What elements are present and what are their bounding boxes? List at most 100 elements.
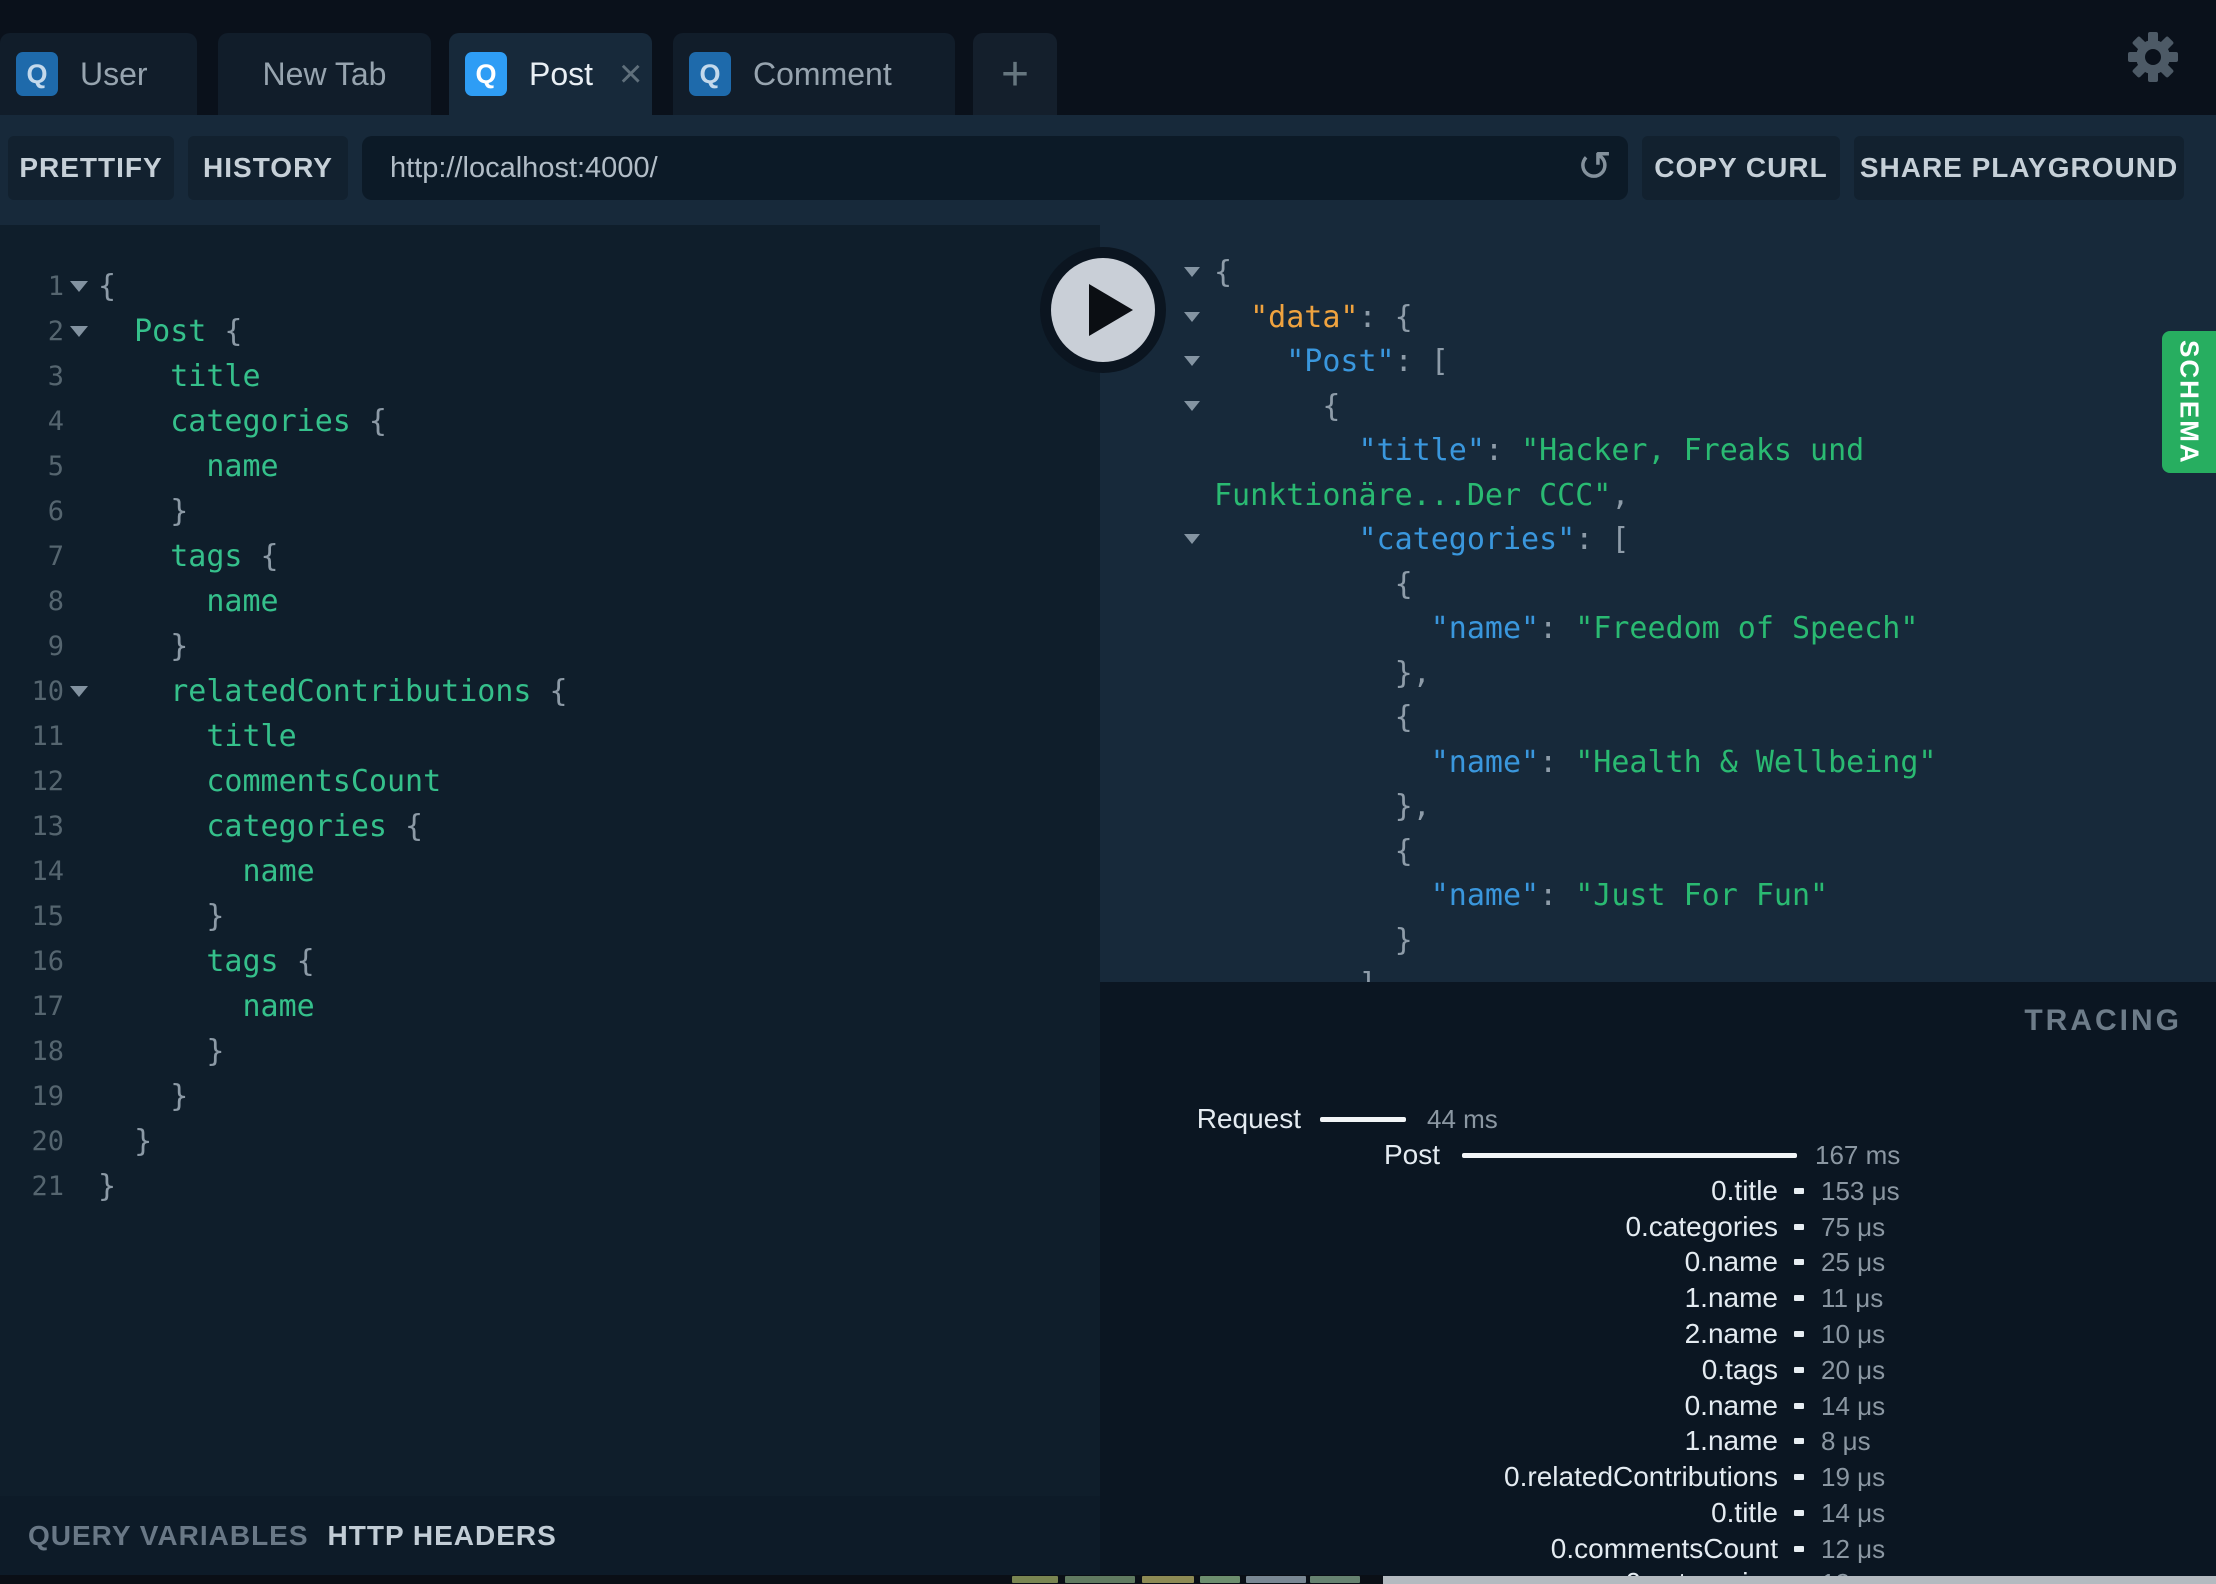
- execute-button[interactable]: [1039, 246, 1167, 374]
- trace-duration-dash: [1794, 1224, 1804, 1230]
- trace-duration-dash: [1794, 1259, 1804, 1265]
- editor-line: 12 commentsCount: [0, 759, 1100, 804]
- fold-arrow-icon[interactable]: [70, 686, 88, 697]
- editor-line: 15 }: [0, 894, 1100, 939]
- code-text: name: [206, 584, 279, 619]
- editor-line: 9 }: [0, 624, 1100, 669]
- fold-arrow-icon[interactable]: [70, 326, 88, 337]
- trace-duration-value: 14 μs: [1821, 1391, 1886, 1421]
- query-editor[interactable]: 1{2 Post {3 title 4 categories {5 name 6 }…: [0, 225, 1100, 1496]
- trace-duration-bar: [1462, 1153, 1797, 1158]
- code-text: }: [206, 1034, 225, 1069]
- editor-line: 20 }: [0, 1119, 1100, 1164]
- line-number: 5: [47, 451, 64, 482]
- collapse-arrow-icon[interactable]: [1184, 267, 1200, 277]
- code-text: categories {: [206, 809, 424, 844]
- trace-duration-dash: [1794, 1188, 1804, 1194]
- line-number: 8: [47, 586, 64, 617]
- trace-duration-value: 12 μs: [1821, 1534, 1886, 1564]
- share-playground-button[interactable]: SHARE PLAYGROUND: [1854, 136, 2184, 200]
- response-line: "data": {: [1250, 299, 1413, 335]
- prettify-button[interactable]: PRETTIFY: [8, 136, 174, 200]
- query-badge: Q: [16, 52, 58, 96]
- bottom-tab-bar: QUERY VARIABLES HTTP HEADERS: [0, 1496, 1100, 1575]
- line-number: 11: [31, 721, 64, 752]
- response-line: {: [1214, 255, 1233, 290]
- tab-label: New Tab: [262, 55, 387, 92]
- line-number: 21: [31, 1171, 64, 1202]
- clipped-fragment: [1065, 1576, 1135, 1583]
- line-number: 16: [31, 946, 64, 977]
- tracing-panel: TRACING Request 44 ms Post 167 ms 0.title 153…: [1100, 982, 2216, 1584]
- tab-post[interactable]: Q Post ×: [449, 33, 652, 115]
- trace-row: 0.commentsCount 12 μs: [1100, 1531, 2216, 1567]
- endpoint-url-value: http://localhost:4000/: [390, 151, 658, 184]
- horizontal-scrollbar[interactable]: [1383, 1576, 2216, 1584]
- editor-line: 19 }: [0, 1074, 1100, 1119]
- trace-duration-value: 167 ms: [1815, 1140, 1901, 1170]
- response-line: "categories": [: [1358, 522, 1630, 557]
- code-text: {: [98, 269, 117, 304]
- trace-duration-value: 10 μs: [1821, 1319, 1886, 1349]
- tab-query-variables[interactable]: QUERY VARIABLES: [28, 1520, 309, 1552]
- gear-icon: [2128, 32, 2178, 82]
- response-line: ]: [1214, 963, 2216, 982]
- close-tab-icon[interactable]: ×: [619, 54, 642, 94]
- line-number: 15: [31, 901, 64, 932]
- copy-curl-button[interactable]: COPY CURL: [1642, 136, 1840, 200]
- trace-label: 0.title: [1711, 1497, 1778, 1528]
- response-line: {: [1394, 700, 1413, 735]
- line-number: 4: [47, 406, 64, 437]
- collapse-arrow-icon[interactable]: [1184, 534, 1200, 544]
- tab-new-tab[interactable]: New Tab: [218, 33, 431, 115]
- clipped-fragment: [1012, 1576, 1058, 1583]
- trace-duration-dash: [1794, 1331, 1804, 1337]
- response-line: "name": "Freedom of Speech": [1430, 611, 1919, 646]
- trace-row: 1.name 11 μs: [1100, 1280, 2216, 1316]
- trace-duration-dash: [1794, 1438, 1804, 1444]
- code-text: name: [242, 989, 315, 1024]
- fold-arrow-icon[interactable]: [70, 281, 88, 292]
- code-text: }: [206, 899, 225, 934]
- trace-row: 0.categories 75 μs: [1100, 1209, 2216, 1245]
- trace-duration-bar: [1320, 1117, 1406, 1122]
- line-number: 3: [47, 361, 64, 392]
- trace-label: 2.name: [1684, 1318, 1778, 1349]
- code-text: }: [170, 494, 189, 529]
- collapse-arrow-icon[interactable]: [1184, 400, 1200, 411]
- editor-line: 8 name: [0, 579, 1100, 624]
- tab-label: Post: [529, 55, 594, 92]
- history-button[interactable]: HISTORY: [188, 136, 348, 200]
- editor-line: 11 title: [0, 714, 1100, 759]
- trace-label: 0.relatedContributions: [1504, 1461, 1778, 1492]
- trace-duration-dash: [1794, 1510, 1804, 1516]
- reset-endpoint-icon[interactable]: ↺: [1577, 145, 1612, 187]
- trace-duration-value: 11 μs: [1821, 1283, 1884, 1313]
- editor-line: 17 name: [0, 984, 1100, 1029]
- clipped-fragment: [1200, 1576, 1240, 1583]
- trace-duration-dash: [1794, 1295, 1804, 1301]
- trace-duration-value: 44 ms: [1427, 1104, 1498, 1134]
- tab-bar: Q User New Tab Q Post × Q Comment +: [0, 0, 2216, 115]
- response-line: },: [1394, 655, 1431, 691]
- settings-button[interactable]: [2122, 26, 2184, 88]
- schema-side-tab[interactable]: SCHEMA: [2162, 331, 2216, 473]
- trace-duration-value: 14 μs: [1821, 1498, 1886, 1528]
- code-text: tags {: [206, 944, 315, 979]
- endpoint-url-input[interactable]: http://localhost:4000/ ↺: [362, 136, 1628, 200]
- tab-http-headers[interactable]: HTTP HEADERS: [328, 1520, 557, 1552]
- tab-label: Comment: [753, 55, 892, 92]
- response-line: "Post": [: [1286, 344, 1449, 379]
- trace-label: 0.name: [1684, 1390, 1778, 1421]
- collapse-arrow-icon[interactable]: [1184, 356, 1200, 366]
- trace-duration-dash: [1794, 1403, 1804, 1409]
- line-number: 9: [47, 631, 64, 662]
- editor-line: 5 name: [0, 444, 1100, 489]
- tab-comment[interactable]: Q Comment: [673, 33, 955, 115]
- editor-line: 3 title: [0, 354, 1100, 399]
- line-number: 18: [31, 1036, 64, 1067]
- editor-line: 6 }: [0, 489, 1100, 534]
- tab-user[interactable]: Q User: [0, 33, 197, 115]
- add-tab-button[interactable]: +: [973, 33, 1057, 115]
- collapse-arrow-icon[interactable]: [1184, 311, 1200, 322]
